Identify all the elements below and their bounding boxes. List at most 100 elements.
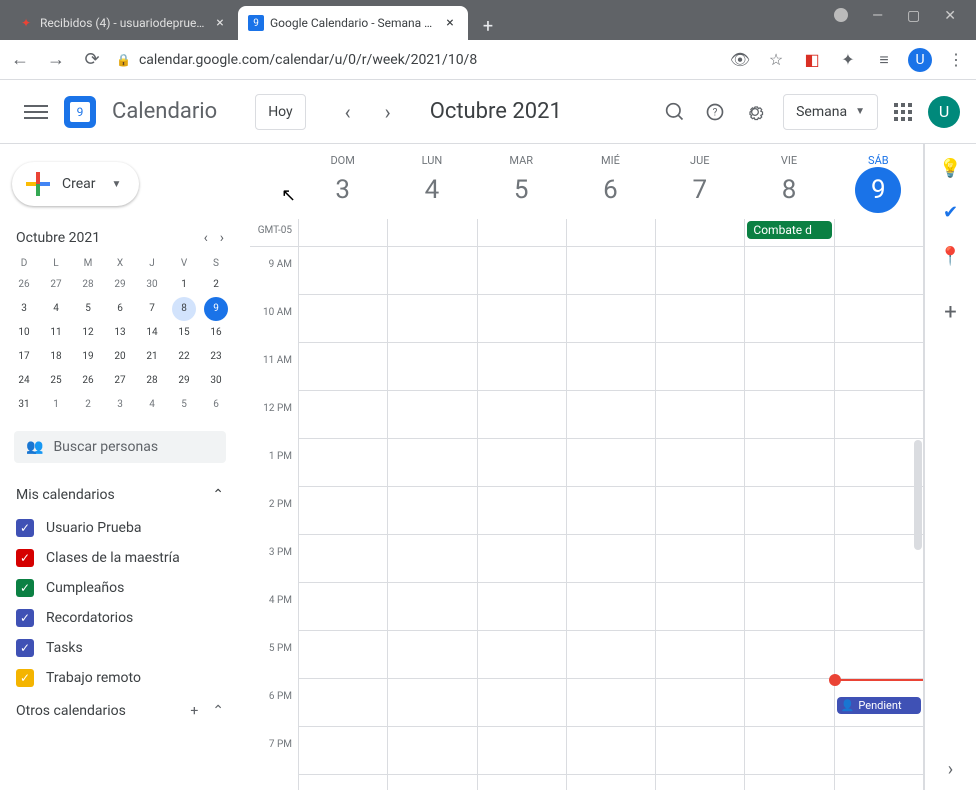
minical-day[interactable]: 26	[72, 369, 104, 393]
restore-pages-chip[interactable]	[834, 8, 848, 22]
minical-day[interactable]: 5	[72, 297, 104, 321]
day-column[interactable]: 👤Pendient	[834, 247, 923, 790]
google-apps-icon[interactable]	[894, 103, 912, 121]
minical-day[interactable]: 1	[40, 393, 72, 417]
minical-day[interactable]: 11	[40, 321, 72, 345]
day-header[interactable]: VIE8	[744, 144, 833, 219]
calendar-checkbox[interactable]: ✓	[16, 579, 34, 597]
close-window-button[interactable]: ✕	[944, 8, 956, 24]
minical-day[interactable]: 13	[104, 321, 136, 345]
minical-day[interactable]: 4	[40, 297, 72, 321]
minical-day[interactable]: 2	[72, 393, 104, 417]
minical-day[interactable]: 4	[136, 393, 168, 417]
day-header[interactable]: JUE7	[655, 144, 744, 219]
calendar-item[interactable]: ✓Trabajo remoto	[12, 663, 228, 693]
minical-day[interactable]: 30	[200, 369, 232, 393]
day-header[interactable]: SÁB9	[834, 144, 923, 219]
reload-button[interactable]: ⟳	[80, 48, 104, 72]
tasks-icon[interactable]: ✔	[941, 202, 961, 222]
minical-day[interactable]: 3	[8, 297, 40, 321]
calendar-checkbox[interactable]: ✓	[16, 669, 34, 687]
minical-day[interactable]: 14	[136, 321, 168, 345]
prev-week-button[interactable]: ‹	[334, 98, 362, 126]
translate-icon[interactable]: 👁	[728, 48, 752, 72]
minical-day[interactable]: 7	[136, 297, 168, 321]
day-column[interactable]	[298, 247, 387, 790]
minical-next-button[interactable]: ›	[220, 230, 224, 246]
minical-day[interactable]: 22	[168, 345, 200, 369]
calendar-item[interactable]: ✓Cumpleaños	[12, 573, 228, 603]
new-tab-button[interactable]: +	[474, 12, 502, 40]
calendar-item[interactable]: ✓Recordatorios	[12, 603, 228, 633]
calendar-item[interactable]: ✓Usuario Prueba	[12, 513, 228, 543]
minical-day[interactable]: 2	[200, 273, 232, 297]
maximize-button[interactable]: ▢	[907, 8, 920, 24]
minical-day[interactable]: 17	[8, 345, 40, 369]
minical-day[interactable]: 28	[136, 369, 168, 393]
minical-day[interactable]: 1	[168, 273, 200, 297]
allday-cell[interactable]	[387, 219, 476, 246]
minical-day[interactable]: 27	[40, 273, 72, 297]
day-header[interactable]: DOM3	[298, 144, 387, 219]
day-column[interactable]	[477, 247, 566, 790]
minical-day[interactable]: 30	[136, 273, 168, 297]
bookmark-star-icon[interactable]: ☆	[764, 48, 788, 72]
minical-day[interactable]: 8	[168, 297, 200, 321]
other-calendars-section[interactable]: Otros calendarios + ⌃	[8, 693, 232, 729]
day-header[interactable]: MAR5	[477, 144, 566, 219]
day-column[interactable]	[744, 247, 833, 790]
reading-list-icon[interactable]: ≡	[872, 48, 896, 72]
help-icon[interactable]: ?	[703, 100, 727, 124]
add-calendar-icon[interactable]: +	[190, 703, 198, 719]
day-header[interactable]: MIÉ6	[566, 144, 655, 219]
allday-cell[interactable]	[834, 219, 923, 246]
allday-cell[interactable]	[566, 219, 655, 246]
settings-gear-icon[interactable]	[743, 100, 767, 124]
calendar-checkbox[interactable]: ✓	[16, 549, 34, 567]
allday-cell[interactable]	[298, 219, 387, 246]
search-people-input[interactable]: 👥 Buscar personas	[14, 431, 226, 463]
forward-button[interactable]: →	[44, 48, 68, 72]
view-selector[interactable]: Semana ▼	[783, 94, 878, 130]
time-grid[interactable]: 9 AM10 AM11 AM12 PM1 PM2 PM3 PM4 PM5 PM6…	[250, 247, 923, 790]
next-week-button[interactable]: ›	[374, 98, 402, 126]
create-button[interactable]: Crear ▼	[12, 162, 139, 206]
minical-day[interactable]: 10	[8, 321, 40, 345]
browser-menu-icon[interactable]: ⋮	[944, 48, 968, 72]
minical-day[interactable]: 28	[72, 273, 104, 297]
minical-day[interactable]: 31	[8, 393, 40, 417]
allday-cell[interactable]	[477, 219, 566, 246]
minical-day[interactable]: 6	[200, 393, 232, 417]
minical-day[interactable]: 24	[8, 369, 40, 393]
today-button[interactable]: Hoy	[255, 94, 306, 130]
minical-day[interactable]: 19	[72, 345, 104, 369]
allday-cell[interactable]	[655, 219, 744, 246]
back-button[interactable]: ←	[8, 48, 32, 72]
minical-day[interactable]: 12	[72, 321, 104, 345]
tab-close-icon[interactable]: ×	[442, 15, 458, 31]
calendar-checkbox[interactable]: ✓	[16, 639, 34, 657]
minimize-button[interactable]: —	[872, 8, 883, 24]
allday-event[interactable]: Combate d	[747, 221, 831, 239]
collapse-panel-icon[interactable]: ›	[948, 759, 953, 780]
minical-prev-button[interactable]: ‹	[204, 230, 208, 246]
minical-day[interactable]: 29	[168, 369, 200, 393]
minical-day[interactable]: 25	[40, 369, 72, 393]
search-icon[interactable]	[663, 100, 687, 124]
url-bar[interactable]: 🔒 calendar.google.com/calendar/u/0/r/wee…	[116, 52, 716, 68]
account-avatar[interactable]: U	[928, 96, 960, 128]
browser-profile-avatar[interactable]: U	[908, 48, 932, 72]
maps-icon[interactable]: 📍	[941, 246, 961, 266]
extension-icon[interactable]: ◧	[800, 48, 824, 72]
keep-icon[interactable]: 💡	[941, 158, 961, 178]
extensions-puzzle-icon[interactable]: ✦	[836, 48, 860, 72]
minical-day[interactable]: 5	[168, 393, 200, 417]
scrollbar-thumb[interactable]	[914, 440, 922, 550]
day-column[interactable]	[566, 247, 655, 790]
calendar-checkbox[interactable]: ✓	[16, 609, 34, 627]
minical-day[interactable]: 15	[168, 321, 200, 345]
day-column[interactable]	[387, 247, 476, 790]
minical-day[interactable]: 18	[40, 345, 72, 369]
minical-day[interactable]: 9	[200, 297, 232, 321]
timed-event[interactable]: 👤Pendient	[837, 697, 921, 714]
